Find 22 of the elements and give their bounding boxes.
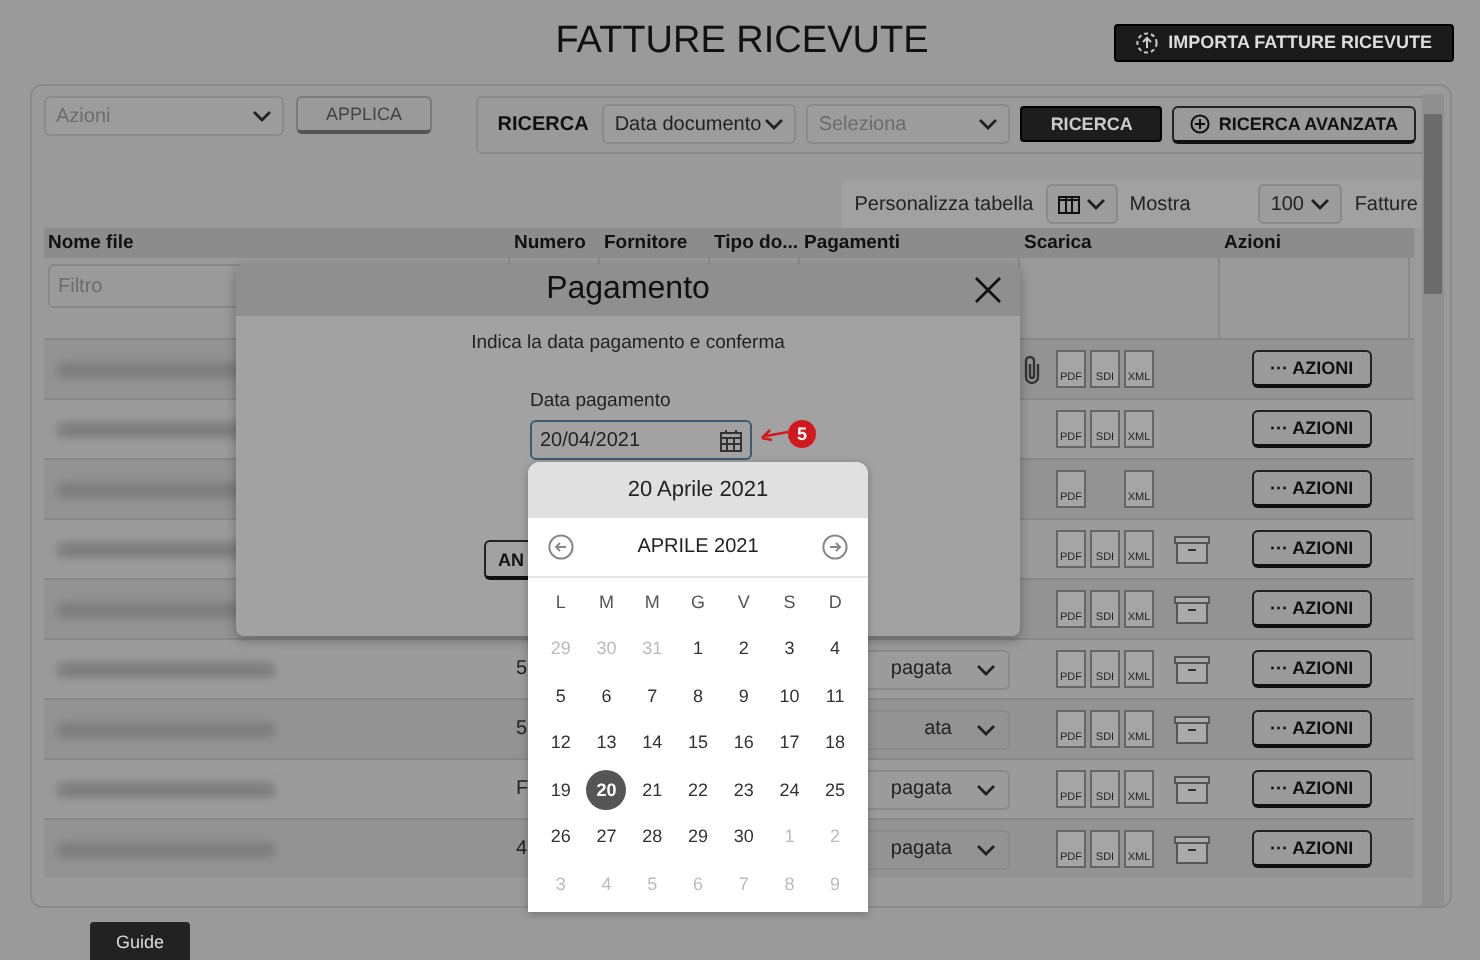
step-badge: 5 [788, 420, 816, 448]
number-cell: 4 [516, 838, 528, 860]
date-label: Data pagamento [530, 390, 673, 412]
month-label: APRILE 2021 [637, 536, 759, 558]
invoices-label: Fatture [1354, 193, 1418, 215]
weekday-label: M [599, 591, 615, 612]
weekday-label: M [644, 591, 660, 612]
weekday-label: V [737, 591, 750, 612]
selected-date-header: 20 Aprile 2021 [528, 462, 868, 518]
page-title: FATTURE RICEVUTE [555, 20, 929, 64]
number-cell: 5 [516, 718, 528, 740]
weekday-label: L [555, 591, 566, 612]
number-cell: F [516, 778, 529, 800]
search-label: RICERCA [497, 113, 589, 135]
dialog-title: Pagamento [546, 272, 710, 308]
weekday-label: S [783, 591, 796, 612]
number-cell: 5 [516, 658, 528, 680]
weekday-label: G [690, 591, 705, 612]
show-label: Mostra [1129, 193, 1191, 215]
customize-table-label: Personalizza tabella [854, 193, 1034, 215]
dialog-message: Indica la data pagamento e conferma [471, 332, 785, 354]
weekday-label: D [828, 591, 842, 612]
